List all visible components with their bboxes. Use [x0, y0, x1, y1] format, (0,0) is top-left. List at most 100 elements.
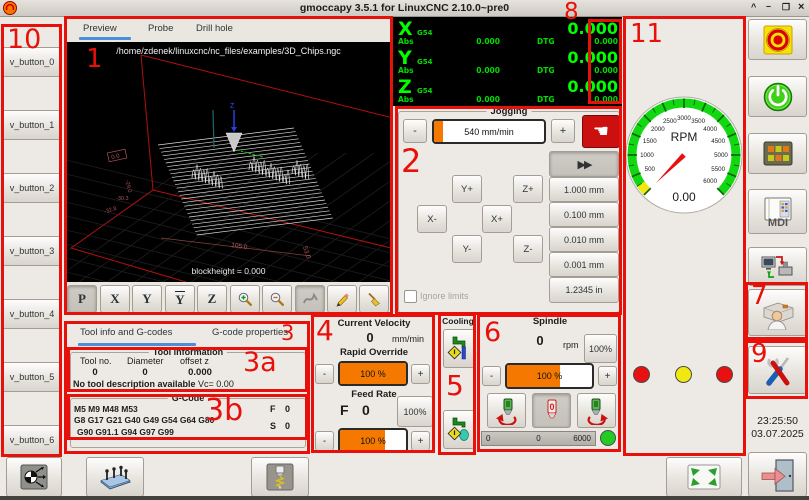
feed-plus-button[interactable]: + [411, 431, 430, 451]
zoom-out-icon [269, 291, 286, 308]
spindle-reset-button[interactable]: 100% [584, 334, 617, 363]
dro-y-abs-value: 0.000 [440, 66, 500, 75]
operator-icon [760, 296, 796, 330]
view-perspective-button[interactable]: P [67, 285, 97, 313]
settings-button[interactable] [748, 346, 807, 394]
clock-time: 23:25:50 [748, 415, 807, 427]
rapid-override-slider[interactable]: 100 % [338, 361, 408, 386]
spindle-title: Spindle [480, 316, 620, 327]
tab-preview[interactable]: Preview [83, 23, 117, 34]
tool-change-button[interactable] [748, 289, 807, 336]
jog-increment-001mm-button[interactable]: 0.010 mm [549, 227, 619, 252]
exit-button[interactable] [748, 452, 807, 497]
tool-measure-button[interactable] [251, 457, 309, 497]
jog-z-minus-button[interactable]: Z- [513, 235, 543, 263]
dimensions-button[interactable] [327, 285, 357, 313]
gremlin-3d-preview[interactable]: Z 105.0 53.0 0.0 -29.0 -30.3 -32.8 /home… [66, 42, 391, 282]
estop-button[interactable] [748, 19, 807, 60]
spindle-minus-button[interactable]: - [482, 366, 501, 386]
jog-continuous-button[interactable]: ▶▶ [549, 151, 619, 177]
mdi-mode-button[interactable]: MDI [748, 189, 807, 234]
view-y2-button[interactable]: Y [165, 285, 195, 313]
sidebar-v-button-1[interactable]: v_button_1 [2, 110, 62, 140]
jog-increment-0001mm-button[interactable]: 0.001 mm [549, 252, 619, 277]
spindle-cw-icon [583, 397, 611, 425]
zoom-in-button[interactable] [230, 285, 260, 313]
fullscreen-button[interactable] [666, 457, 742, 497]
window-minimize-icon[interactable]: – [766, 1, 771, 11]
tab-probe[interactable]: Probe [148, 23, 173, 34]
estop-icon [762, 24, 794, 56]
jog-increment-01mm-button[interactable]: 0.100 mm [549, 202, 619, 227]
spindle-cw-button[interactable] [577, 393, 616, 428]
gauge-unit-label: RPM [671, 130, 698, 144]
jog-speed-plus-button[interactable]: + [551, 119, 575, 143]
cooling-title: Cooling [437, 316, 479, 326]
jog-increment-1mm-button[interactable]: 1.000 mm [549, 177, 619, 202]
gcode-f-label: F [270, 404, 276, 414]
window-shade-icon[interactable]: ^ [751, 2, 756, 12]
spindle-stop-button[interactable]: 0 [532, 393, 571, 428]
zoom-out-button[interactable] [262, 285, 292, 313]
tab-tool-info-active-indicator [78, 343, 196, 346]
sidebar-v-button-0[interactable]: v_button_0 [2, 47, 62, 77]
spindle-stop-icon: 0 [538, 397, 566, 425]
spindle-plus-button[interactable]: + [598, 366, 617, 386]
jog-x-minus-button[interactable]: X- [417, 205, 447, 233]
view-z-button[interactable]: Z [197, 285, 227, 313]
flood-coolant-button[interactable] [443, 329, 475, 368]
sidebar-v-button-6[interactable]: v_button_6 [2, 425, 62, 455]
rapid-plus-button[interactable]: + [411, 364, 430, 384]
jog-x-plus-button[interactable]: X+ [482, 205, 512, 233]
mist-coolant-button[interactable] [443, 410, 475, 449]
mdi-label: MDI [767, 217, 787, 228]
spindle-rpm-gauge: 5001000150020002500300035004000450050005… [624, 93, 744, 217]
tab-gcode-properties[interactable]: G-code properties [212, 327, 288, 338]
tab-drill-hole[interactable]: Drill hole [196, 23, 233, 34]
feed-override-slider[interactable]: 100 % [338, 428, 408, 453]
hand-jog-mode-button[interactable]: ☚ [582, 115, 620, 148]
jog-increment-inch-button[interactable]: 1.2345 in [549, 277, 619, 303]
spindle-ccw-button[interactable] [487, 393, 526, 428]
sidebar-v-button-3[interactable]: v_button_3 [2, 236, 62, 266]
zoom-in-icon [237, 291, 254, 308]
view-x-button[interactable]: X [100, 285, 130, 313]
gauge-value: 0.00 [672, 190, 696, 204]
tab-tool-info[interactable]: Tool info and G-codes [80, 327, 172, 338]
window-close-icon[interactable]: × [798, 1, 804, 13]
jog-y-minus-button[interactable]: Y- [452, 235, 482, 263]
feed-override-value: 100 % [340, 430, 406, 451]
svg-text:500: 500 [645, 166, 656, 173]
jog-y-plus-button[interactable]: Y+ [452, 175, 482, 203]
title-bar: gmoccapy 3.5.1 for LinuxCNC 2.10.0~pre0 … [0, 0, 809, 17]
svg-text:6000: 6000 [703, 178, 717, 185]
sidebar-v-button-2[interactable]: v_button_2 [2, 173, 62, 203]
window-maximize-icon[interactable]: ❐ [782, 2, 790, 13]
svg-text:3000: 3000 [677, 115, 691, 122]
annotation-label-11: 11 [630, 21, 663, 47]
sidebar-v-button-5[interactable]: v_button_5 [2, 362, 62, 392]
spindle-override-slider[interactable]: 100 % [505, 363, 594, 389]
rapid-minus-button[interactable]: - [315, 364, 334, 384]
dro-x-abs-value: 0.000 [440, 37, 500, 46]
machine-on-button[interactable] [748, 76, 807, 117]
jog-z-plus-button[interactable]: Z+ [513, 175, 543, 203]
feed-reset-button[interactable]: 100% [397, 396, 433, 427]
jog-speed-slider[interactable]: 540 mm/min [432, 119, 546, 144]
view-y-button[interactable]: Y [132, 285, 162, 313]
touch-off-button[interactable] [6, 457, 62, 497]
ignore-limits-checkbox[interactable] [404, 290, 417, 303]
jog-speed-minus-button[interactable]: - [403, 119, 427, 143]
auto-mode-button[interactable] [748, 247, 807, 286]
feed-f-label: F [340, 402, 349, 418]
svg-text:5000: 5000 [714, 152, 728, 159]
sidebar-v-button-4[interactable]: v_button_4 [2, 299, 62, 329]
block-height-button[interactable] [86, 457, 144, 497]
dro-z-system: G54 [417, 87, 433, 95]
rapid-override-title: Rapid Override [313, 347, 435, 358]
spindle-stop-label: 0 [549, 402, 554, 412]
toggle-toolpath-button[interactable] [295, 285, 325, 313]
feed-minus-button[interactable]: - [315, 431, 334, 451]
clear-plot-button[interactable] [359, 285, 389, 313]
manual-mode-button[interactable] [748, 133, 807, 174]
